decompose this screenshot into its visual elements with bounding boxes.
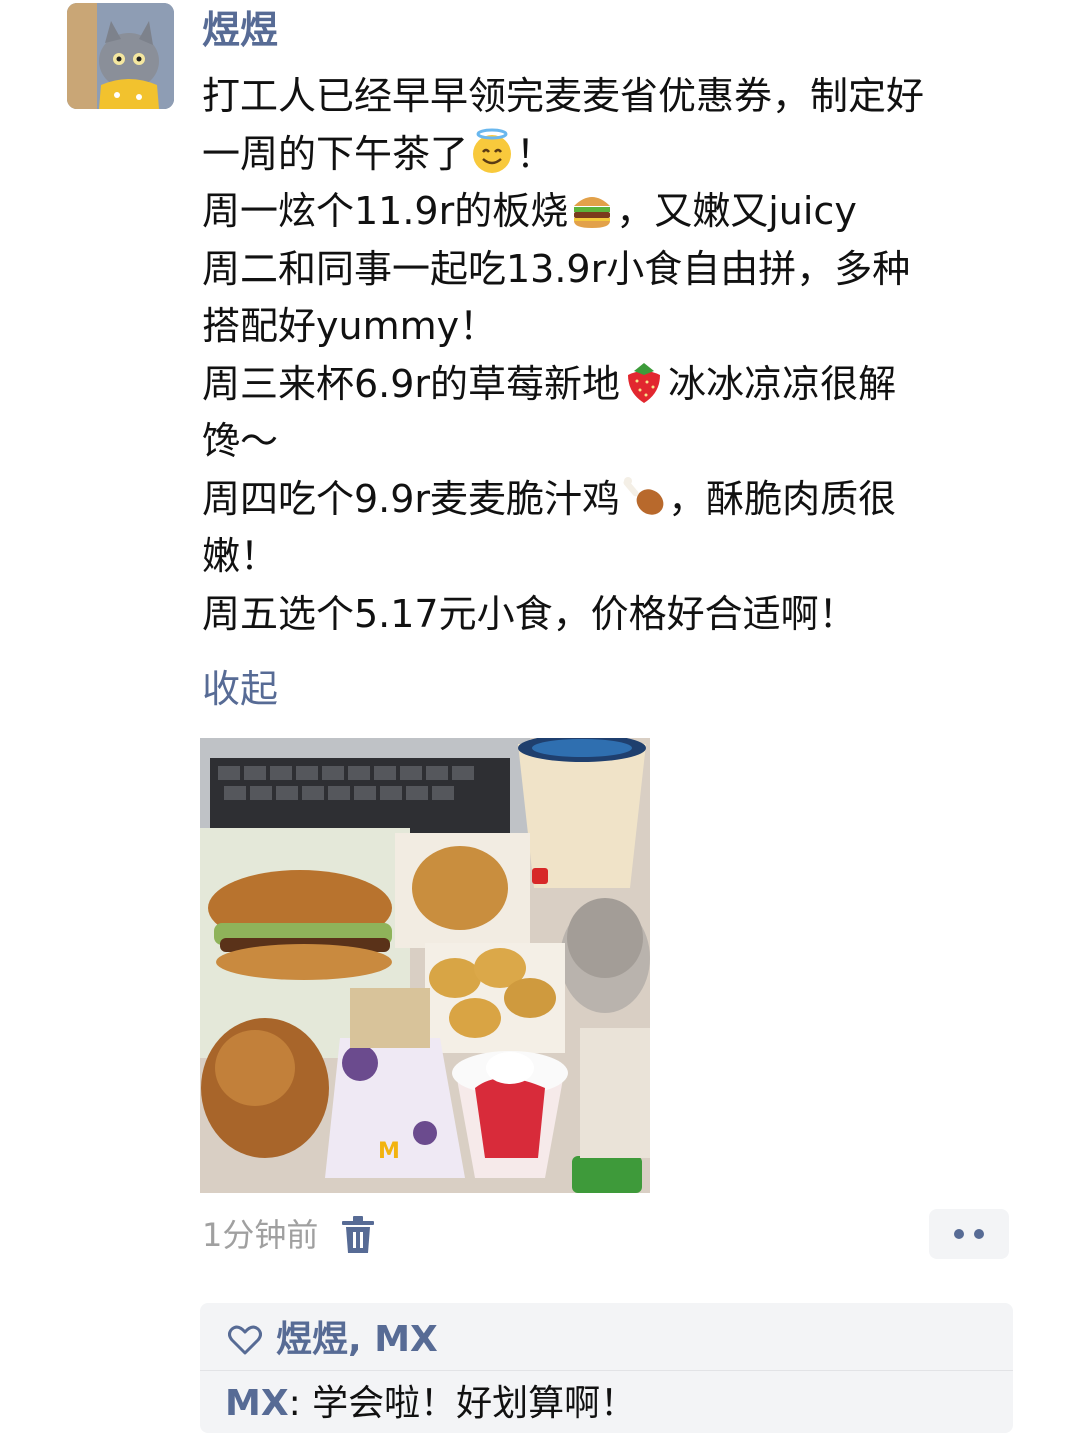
food-photo-icon: M (200, 738, 650, 1193)
likes-names[interactable]: 煜煜, MX (276, 1317, 438, 1363)
post-line: 周三来杯6.9r的草莓新地 冰冰凉凉很解 (202, 356, 1022, 414)
halo-smile-icon (473, 128, 512, 173)
post-line: 搭配好yummy！ (202, 304, 498, 348)
post-username[interactable]: 煜煜 (202, 4, 278, 56)
post-line: 一周的下午茶了！ (202, 126, 1022, 184)
post-line: 周五选个5.17元小食，价格好合适啊！ (202, 591, 857, 636)
burger-icon (574, 197, 611, 228)
post-line: 打工人已经早早领完麦麦省优惠券，制定好 (202, 74, 925, 118)
likes-row: 煜煜, MX (228, 1317, 438, 1363)
svg-text:M: M (378, 1139, 400, 1164)
strawberry-icon (628, 362, 661, 403)
comment-author[interactable]: MX (225, 1383, 289, 1424)
post-line: 嫩！ (202, 534, 279, 578)
post-line: 周四吃个9.9r麦麦脆汁鸡 ，酥脆肉质很 (202, 471, 1022, 529)
divider (200, 1370, 1013, 1371)
more-dot-icon (974, 1229, 984, 1239)
post-time: 1分钟前 (202, 1216, 319, 1254)
cat-avatar-icon (67, 3, 174, 109)
post-photo[interactable]: M (200, 738, 650, 1193)
comment-item[interactable]: MX: 学会啦！好划算啊！ (225, 1379, 636, 1429)
likes-comments-panel: 煜煜, MX MX: 学会啦！好划算啊！ (200, 1303, 1013, 1433)
more-actions-button[interactable] (929, 1209, 1009, 1259)
post-text: 打工人已经早早领完麦麦省优惠券，制定好 一周的下午茶了！ 周一炫个11.9r的板… (202, 68, 1022, 643)
drumstick-icon (623, 476, 664, 515)
collapse-link[interactable]: 收起 (202, 663, 278, 715)
post-line: 周二和同事一起吃13.9r小食自由拼，多种 (202, 246, 911, 291)
comment-separator: : (288, 1383, 313, 1424)
trash-icon[interactable] (340, 1215, 376, 1255)
post-line: 周一炫个11.9r的板烧 ，又嫩又juicy (202, 183, 1022, 241)
avatar[interactable] (67, 3, 174, 109)
more-dot-icon (954, 1229, 964, 1239)
heart-icon (228, 1325, 262, 1355)
post-line: 馋～ (202, 419, 279, 463)
comment-text: 学会啦！好划算啊！ (312, 1383, 637, 1424)
